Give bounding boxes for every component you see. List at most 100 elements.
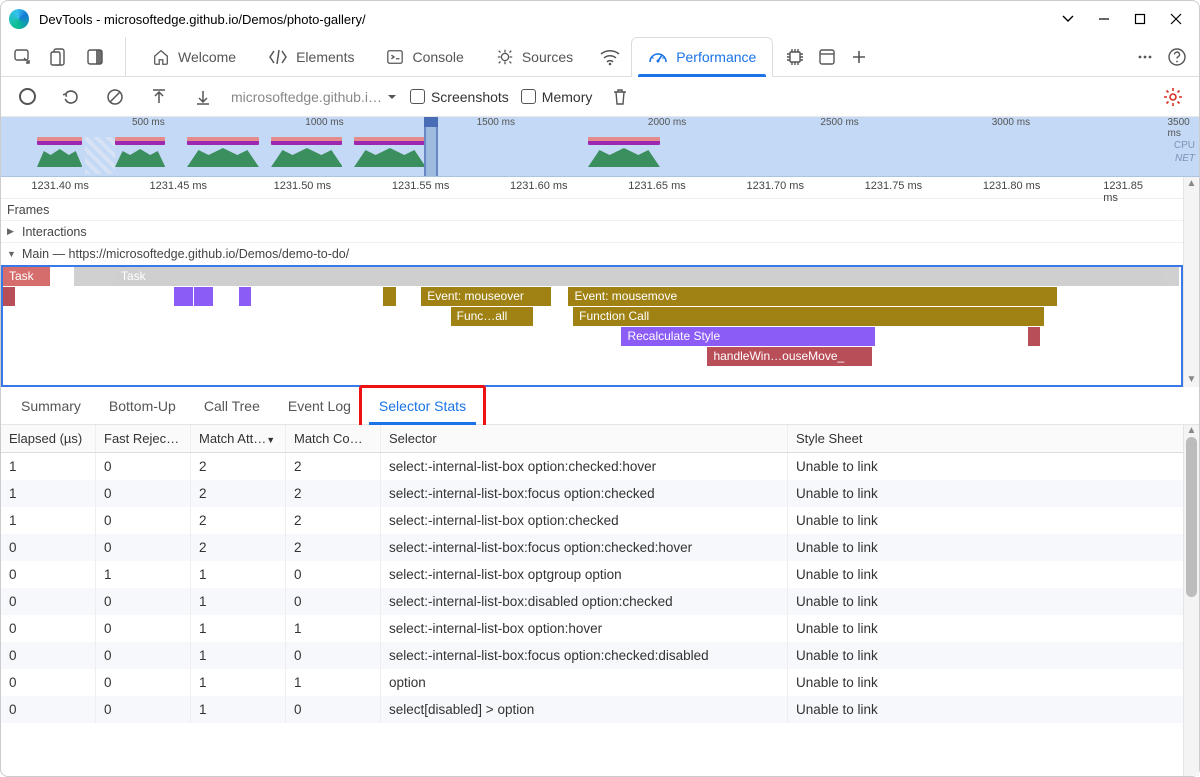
flame-function-call[interactable]: Func…all <box>451 307 533 326</box>
flame-vscroll[interactable]: ▲▼ <box>1183 177 1199 387</box>
screenshots-checkbox[interactable]: Screenshots <box>410 89 509 105</box>
timeline-overview[interactable]: 500 ms 1000 ms 1500 ms 2000 ms 2500 ms 3… <box>1 117 1199 177</box>
table-row[interactable]: 1022select:-internal-list-box:focus opti… <box>1 480 1183 507</box>
table-row[interactable]: 0110select:-internal-list-box optgroup o… <box>1 561 1183 588</box>
track-main[interactable]: ▼Main — https://microsoftedge.github.io/… <box>1 243 1183 265</box>
track-interactions[interactable]: ▶Interactions <box>1 221 1183 243</box>
flame-event-mousemove[interactable]: Event: mousemove <box>568 287 1057 306</box>
tab-elements[interactable]: Elements <box>252 37 370 77</box>
tab-network[interactable] <box>589 37 631 77</box>
td-matt: 2 <box>191 507 286 534</box>
dock-icon[interactable] <box>79 41 111 73</box>
clear-button[interactable] <box>99 81 131 113</box>
table-row[interactable]: 0022select:-internal-list-box:focus opti… <box>1 534 1183 561</box>
reload-button[interactable] <box>55 81 87 113</box>
td-mco: 0 <box>286 561 381 588</box>
upload-button[interactable] <box>143 81 175 113</box>
dtab-calltree[interactable]: Call Tree <box>190 387 274 425</box>
memory-checkbox[interactable]: Memory <box>521 89 593 105</box>
td-ss: Unable to link <box>788 561 1183 588</box>
td-selector: select:-internal-list-box optgroup optio… <box>381 561 788 588</box>
help-icon[interactable] <box>1161 41 1193 73</box>
table-header: Elapsed (µs) Fast Rejec… Match Att…▼ Mat… <box>1 425 1183 453</box>
table-body: 1022select:-internal-list-box option:che… <box>1 453 1183 723</box>
td-elapsed: 0 <box>1 561 96 588</box>
td-matt: 1 <box>191 615 286 642</box>
th-match-attempt[interactable]: Match Att…▼ <box>191 425 286 452</box>
td-matt: 1 <box>191 561 286 588</box>
more-icon[interactable] <box>1129 41 1161 73</box>
tab-welcome[interactable]: Welcome <box>136 37 252 77</box>
flame-handle-mousemove[interactable]: handleWin…ouseMove_ <box>707 347 872 366</box>
td-ss: Unable to link <box>788 507 1183 534</box>
table-row[interactable]: 1022select:-internal-list-box option:che… <box>1 507 1183 534</box>
dtab-bottomup[interactable]: Bottom-Up <box>95 387 190 425</box>
edge-icon <box>9 9 29 29</box>
flame-slice[interactable] <box>194 287 213 306</box>
chevron-down-icon[interactable] <box>1059 10 1077 28</box>
record-button[interactable] <box>11 81 43 113</box>
td-elapsed: 1 <box>1 453 96 480</box>
dtab-eventlog[interactable]: Event Log <box>274 387 365 425</box>
td-matt: 1 <box>191 696 286 723</box>
table-row[interactable]: 1022select:-internal-list-box option:che… <box>1 453 1183 480</box>
inspect-icon[interactable] <box>7 41 39 73</box>
td-fast: 0 <box>96 480 191 507</box>
tab-performance[interactable]: Performance <box>631 37 773 77</box>
flame-chart[interactable]: Task Task Event: mouseover Event: mousem… <box>1 265 1183 387</box>
th-match-count[interactable]: Match Co… <box>286 425 381 452</box>
minimize-icon[interactable] <box>1095 10 1113 28</box>
download-button[interactable] <box>187 81 219 113</box>
overview-ruler: 500 ms 1000 ms 1500 ms 2000 ms 2500 ms 3… <box>1 117 1199 129</box>
net-label: NET <box>1174 152 1195 165</box>
dtab-summary[interactable]: Summary <box>7 387 95 425</box>
tab-sources[interactable]: Sources <box>480 37 589 77</box>
td-fast: 0 <box>96 507 191 534</box>
flame-recalculate-style[interactable]: Recalculate Style <box>621 327 874 346</box>
td-selector: select:-internal-list-box:focus option:c… <box>381 534 788 561</box>
settings-gear-icon[interactable] <box>1157 81 1189 113</box>
track-frames[interactable]: Frames <box>1 199 1183 221</box>
flame-ruler: 1231.40 ms 1231.45 ms 1231.50 ms 1231.55… <box>1 177 1183 199</box>
th-fast-reject[interactable]: Fast Rejec… <box>96 425 191 452</box>
close-icon[interactable] <box>1167 10 1185 28</box>
td-ss: Unable to link <box>788 588 1183 615</box>
flame-slice[interactable] <box>383 287 396 306</box>
flame-slice[interactable] <box>174 287 193 306</box>
tab-console[interactable]: Console <box>370 37 479 77</box>
table-row[interactable]: 0010select:-internal-list-box:disabled o… <box>1 588 1183 615</box>
tab-label: Sources <box>522 49 573 65</box>
td-mco: 2 <box>286 453 381 480</box>
th-elapsed[interactable]: Elapsed (µs) <box>1 425 96 452</box>
td-matt: 2 <box>191 480 286 507</box>
flame-slice[interactable] <box>1028 327 1040 346</box>
td-selector: select[disabled] > option <box>381 696 788 723</box>
plus-icon[interactable] <box>843 41 875 73</box>
td-selector: select:-internal-list-box:focus option:c… <box>381 642 788 669</box>
table-row[interactable]: 0010select[disabled] > optionUnable to l… <box>1 696 1183 723</box>
table-row[interactable]: 0011select:-internal-list-box option:hov… <box>1 615 1183 642</box>
flame-slice[interactable] <box>3 287 15 306</box>
flame-task[interactable]: Task <box>3 267 50 286</box>
overview-playhead[interactable] <box>424 117 438 176</box>
flame-function-call[interactable]: Function Call <box>573 307 1044 326</box>
table-row[interactable]: 0010select:-internal-list-box:focus opti… <box>1 642 1183 669</box>
profile-dropdown[interactable]: microsoftedge.github.i… <box>231 89 398 105</box>
application-icon[interactable] <box>811 41 843 73</box>
table-row[interactable]: 0011optionUnable to link <box>1 669 1183 696</box>
td-mco: 0 <box>286 696 381 723</box>
flame-task[interactable]: Task <box>115 267 1163 286</box>
memory-icon[interactable] <box>779 41 811 73</box>
td-ss: Unable to link <box>788 480 1183 507</box>
table-vscroll[interactable]: ▲ <box>1183 425 1199 776</box>
dtab-selectorstats[interactable]: Selector Stats <box>365 387 480 425</box>
trash-button[interactable] <box>604 81 636 113</box>
th-stylesheet[interactable]: Style Sheet <box>788 425 1183 452</box>
th-selector[interactable]: Selector <box>381 425 788 452</box>
window-title: DevTools - microsoftedge.github.io/Demos… <box>39 12 1049 27</box>
flame-slice[interactable] <box>239 287 251 306</box>
device-icon[interactable] <box>43 41 75 73</box>
flame-event-mouseover[interactable]: Event: mouseover <box>421 287 551 306</box>
td-matt: 2 <box>191 534 286 561</box>
maximize-icon[interactable] <box>1131 10 1149 28</box>
